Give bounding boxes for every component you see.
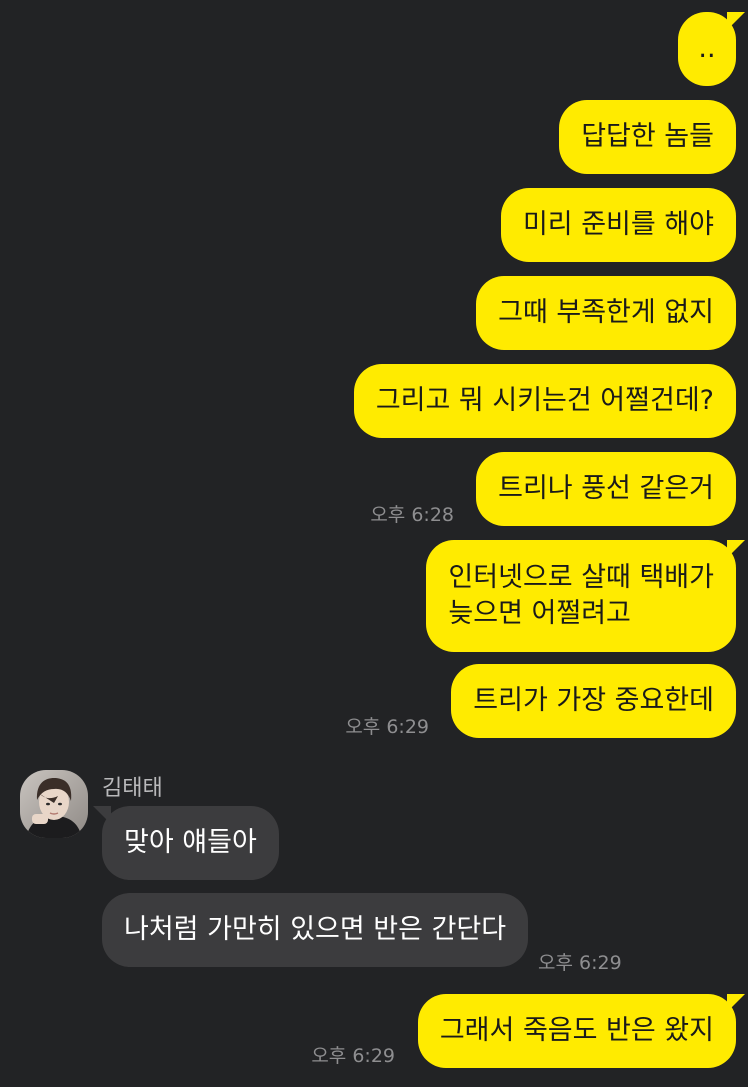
- message-bubble-mine[interactable]: ..: [678, 12, 745, 86]
- bubble-tail: [727, 994, 745, 1012]
- message-bubble-mine[interactable]: 그리고 뭐 시키는건 어쩔건데?: [353, 364, 736, 438]
- message-bubble-mine[interactable]: 그때 부족한게 없지: [476, 276, 736, 350]
- message-timestamp: 오후 6:29: [345, 716, 429, 738]
- message-text-line: 늦으면 어쩔려고: [448, 598, 631, 629]
- message-text: 그때 부족한게 없지: [498, 297, 714, 328]
- message-text: 그래서 죽음도 반은 왔지: [439, 1015, 714, 1046]
- bubble-tail: [93, 806, 111, 824]
- message-text: 맞아 얘들아: [124, 827, 257, 858]
- message-text: 나처럼 가만히 있으면 반은 간단다: [124, 914, 507, 945]
- message-bubble-mine[interactable]: 인터넷으로 살때 택배가 늦으면 어쩔려고: [426, 540, 745, 652]
- message-text: 미리 준비를 해야: [522, 209, 714, 240]
- message-text: 트리나 풍선 같은거: [498, 473, 714, 504]
- avatar-image: [20, 770, 88, 838]
- message-bubble-mine[interactable]: 답답한 놈들: [559, 100, 736, 174]
- profile-avatar[interactable]: [20, 770, 88, 838]
- message-timestamp: 오후 6:28: [370, 504, 454, 526]
- message-timestamp: 오후 6:29: [311, 1045, 395, 1067]
- message-bubble-theirs[interactable]: 맞아 얘들아: [93, 806, 279, 880]
- sender-name: 김태태: [102, 776, 163, 801]
- message-text: ..: [698, 33, 716, 64]
- message-bubble-mine[interactable]: 미리 준비를 해야: [500, 188, 736, 262]
- message-text: 트리가 가장 중요한데: [473, 685, 714, 716]
- message-bubble-mine[interactable]: 그래서 죽음도 반은 왔지: [417, 994, 745, 1068]
- bubble-tail: [727, 540, 745, 558]
- message-text-line: 인터넷으로 살때 택배가: [448, 562, 714, 593]
- message-timestamp: 오후 6:29: [538, 952, 622, 974]
- message-text: 답답한 놈들: [581, 121, 714, 152]
- message-bubble-mine[interactable]: 트리나 풍선 같은거: [476, 452, 736, 526]
- bubble-tail: [727, 12, 745, 30]
- message-bubble-mine[interactable]: 트리가 가장 중요한데: [451, 664, 736, 738]
- message-text: 그리고 뭐 시키는건 어쩔건데?: [375, 385, 714, 416]
- message-bubble-theirs[interactable]: 나처럼 가만히 있으면 반은 간단다: [102, 893, 529, 967]
